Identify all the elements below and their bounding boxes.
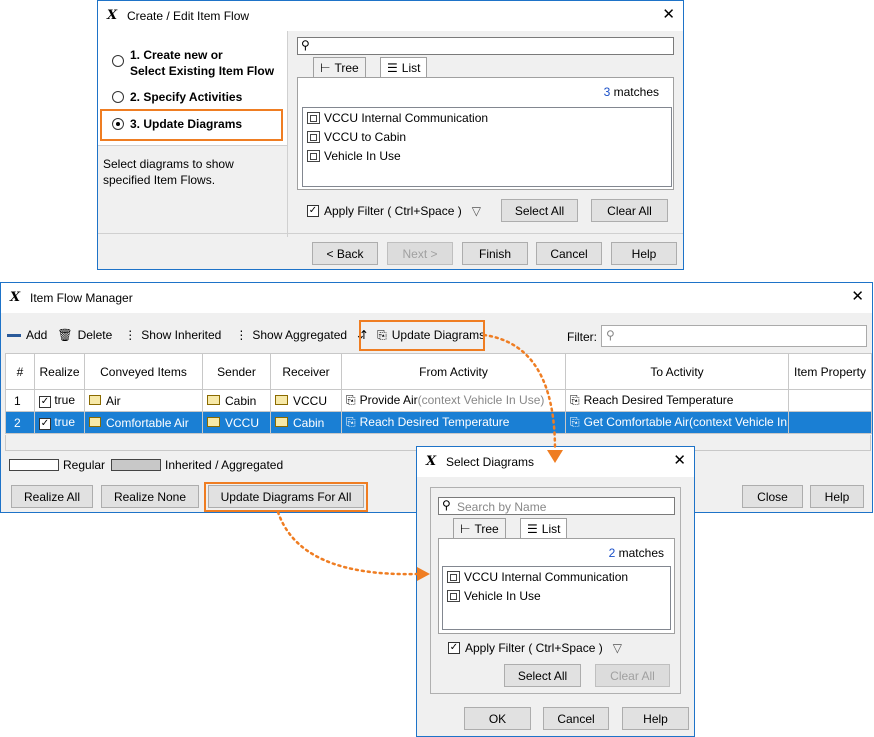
arrow-to-list <box>276 510 420 576</box>
arrow-head-down <box>547 450 563 463</box>
arrow-head-right <box>417 567 430 581</box>
arrow-to-select-dialog <box>482 333 557 452</box>
callout-arrows <box>276 333 563 581</box>
